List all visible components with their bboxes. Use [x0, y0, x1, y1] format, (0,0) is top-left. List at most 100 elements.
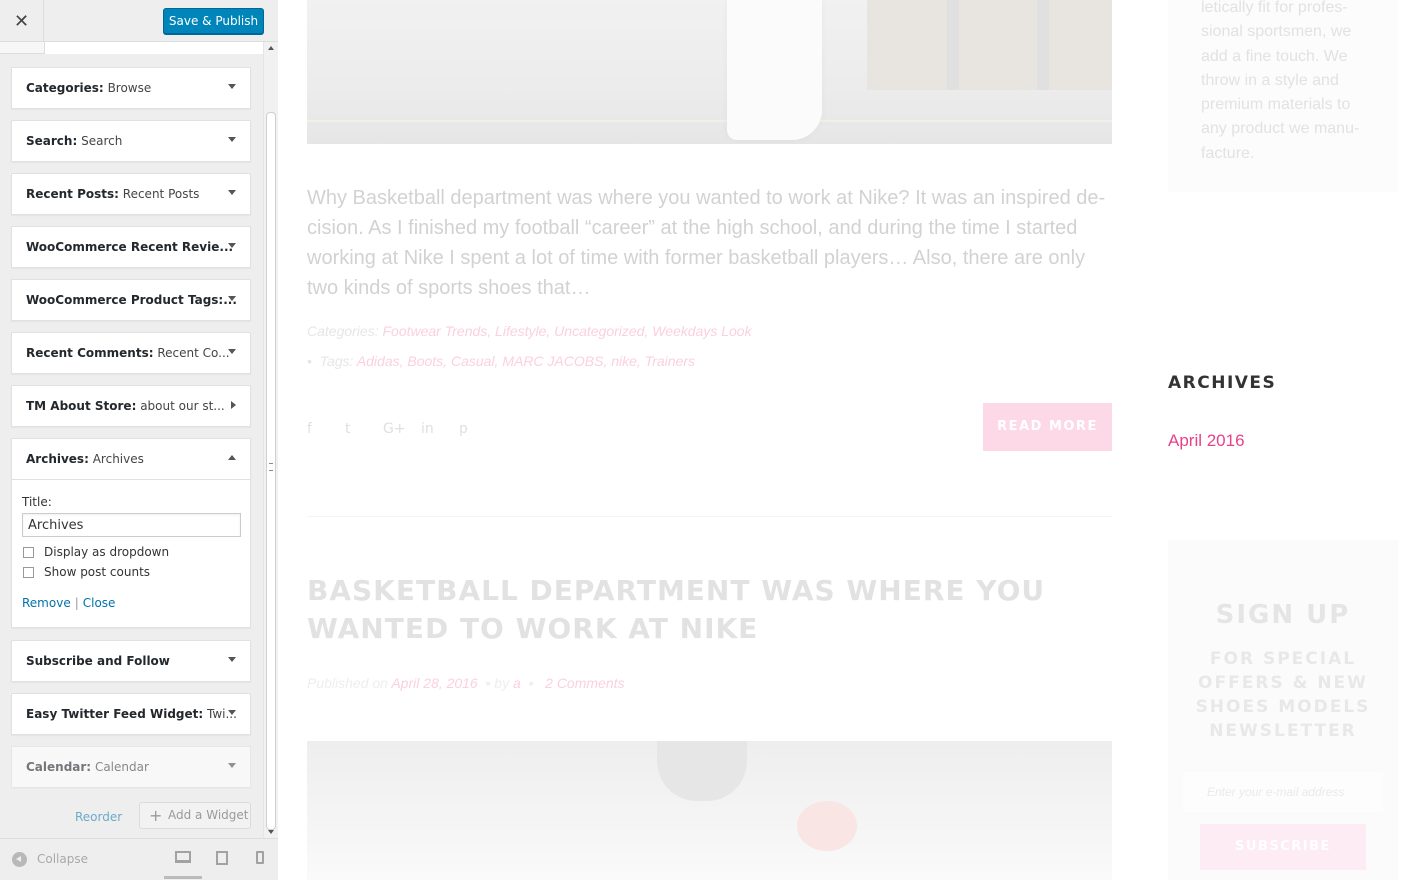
post-image[interactable]	[307, 0, 1112, 144]
add-widget-button[interactable]: + Add a Widget	[139, 802, 251, 829]
expand-arrow-icon[interactable]	[228, 763, 236, 768]
title-input[interactable]	[22, 513, 241, 537]
expand-arrow-icon[interactable]	[228, 296, 236, 301]
twitter-icon[interactable]: t	[345, 421, 383, 437]
widget-recent-comments[interactable]: Recent Comments: Recent Co...	[11, 332, 251, 374]
widget-subtitle: Calendar	[94, 760, 149, 774]
widget-archives-header[interactable]: Archives: Archives	[12, 439, 250, 480]
add-widget-label: Add a Widget	[168, 808, 249, 822]
collapse-label: Collapse	[37, 852, 88, 866]
collapse-button[interactable]: Collapse	[12, 851, 88, 867]
desktop-icon[interactable]	[175, 851, 191, 863]
collapse-arrow-icon[interactable]	[228, 455, 236, 460]
about-store-widget: letically fit for profes­sional sportsme…	[1168, 0, 1398, 192]
scroll-up-arrow-icon[interactable]	[268, 46, 274, 50]
scroll-down-arrow-icon[interactable]	[268, 830, 274, 834]
post-image[interactable]	[307, 741, 1112, 880]
email-field[interactable]	[1183, 772, 1383, 812]
dropdown-option: Display as dropdown	[22, 545, 242, 559]
site-preview: Why Basketball department was where you …	[279, 0, 1425, 880]
widget-recent-posts[interactable]: Recent Posts: Recent Posts	[11, 173, 251, 215]
widget-name: Archives:	[26, 452, 89, 466]
expand-arrow-icon[interactable]	[228, 243, 236, 248]
share-icons: f t G+ in p	[307, 421, 497, 437]
widget-categories[interactable]: Categories: Browse	[11, 67, 251, 109]
google-plus-icon[interactable]: G+	[383, 421, 421, 437]
widget-name: Subscribe and Follow	[26, 654, 170, 668]
mobile-icon[interactable]	[256, 851, 264, 864]
customizer-header: ✕ Save & Publish	[0, 0, 278, 42]
widget-archives: Archives: Archives Title: Display as dro…	[11, 438, 251, 628]
published-label: Published on	[307, 675, 388, 691]
widget-area-actions: Reorder + Add a Widget	[0, 802, 263, 832]
tags-bullet: •	[307, 353, 312, 369]
widget-name: WooCommerce Recent Revie...	[26, 240, 234, 254]
tag-links[interactable]: Adidas, Boots, Casual, MARC JACOBS, nike…	[357, 353, 695, 369]
widget-list: Categories: Browse Search: Search Recent…	[0, 42, 263, 840]
dropdown-checkbox[interactable]	[23, 546, 34, 558]
facebook-icon[interactable]: f	[307, 421, 345, 437]
expand-arrow-icon[interactable]	[228, 84, 236, 89]
widget-calendar[interactable]: Calendar: Calendar	[11, 746, 251, 788]
widget-subtitle: Search	[81, 134, 123, 148]
scrollbar-thumb[interactable]	[266, 112, 276, 830]
archive-month-link[interactable]: April 2016	[1168, 431, 1245, 451]
post-title[interactable]: BASKETBALL DEPARTMENT WAS WHERE YOU WANT…	[307, 572, 1107, 648]
widget-woocommerce-product-tags[interactable]: WooCommerce Product Tags:...	[11, 279, 251, 321]
widget-name: Search:	[26, 134, 78, 148]
expand-arrow-icon[interactable]	[228, 657, 236, 662]
post-meta: Published on April 28, 2016 • by a • 2 C…	[307, 675, 625, 691]
widget-subtitle: Archives	[92, 452, 144, 466]
signup-subtitle: FOR SPECIAL OFFERS & NEW SHOES MODELS NE…	[1195, 649, 1371, 741]
author-link[interactable]: a	[513, 675, 521, 691]
tags-label: Tags:	[319, 353, 354, 369]
save-publish-button[interactable]: Save & Publish	[163, 8, 264, 34]
widget-search[interactable]: Search: Search	[11, 120, 251, 162]
widget-name: TM About Store:	[26, 399, 137, 413]
expand-arrow-icon[interactable]	[228, 190, 236, 195]
linkedin-icon[interactable]: in	[421, 421, 459, 437]
expand-arrow-icon[interactable]	[231, 401, 236, 409]
post-counts-label: Show post counts	[44, 565, 151, 579]
close-icon[interactable]: ✕	[0, 0, 44, 42]
sidebar-scrollbar[interactable]	[263, 42, 278, 838]
plus-icon: +	[149, 806, 163, 825]
widget-subtitle: Recent Posts	[122, 187, 200, 201]
widget-subtitle: about our st...	[140, 399, 225, 413]
close-link[interactable]: Close	[83, 596, 116, 610]
title-label: Title:	[22, 495, 52, 509]
meta-bullet: •	[528, 675, 534, 691]
post-counts-checkbox[interactable]	[23, 566, 34, 578]
by-label: • by	[485, 675, 510, 691]
post-tags: • Tags: Adidas, Boots, Casual, MARC JACO…	[307, 353, 695, 369]
expand-arrow-icon[interactable]	[228, 349, 236, 354]
expand-arrow-icon[interactable]	[228, 710, 236, 715]
widget-name: WooCommerce Product Tags:...	[26, 293, 237, 307]
widget-name: Recent Posts:	[26, 187, 119, 201]
widget-name: Categories:	[26, 81, 104, 95]
published-date-link[interactable]: April 28, 2016	[391, 675, 477, 691]
section-strip	[0, 42, 263, 54]
widget-woocommerce-recent-reviews[interactable]: WooCommerce Recent Revie...	[11, 226, 251, 268]
widget-subscribe-and-follow[interactable]: Subscribe and Follow	[11, 640, 251, 682]
grip-icon	[269, 463, 273, 471]
subscribe-button[interactable]: SUBSCRIBE	[1200, 824, 1366, 870]
signup-widget: SIGN UP FOR SPECIAL OFFERS & NEW SHOES M…	[1168, 540, 1398, 880]
read-more-button[interactable]: READ MORE	[983, 403, 1112, 451]
pinterest-icon[interactable]: p	[459, 421, 497, 437]
tablet-icon[interactable]	[216, 851, 228, 865]
widget-tm-about-store[interactable]: TM About Store: about our st...	[11, 385, 251, 427]
signup-title: SIGN UP	[1215, 600, 1351, 630]
about-text: letically fit for profes­sional sportsme…	[1201, 0, 1360, 162]
dropdown-label: Display as dropdown	[44, 545, 170, 559]
active-device-indicator	[164, 876, 202, 879]
widget-easy-twitter-feed[interactable]: Easy Twitter Feed Widget: Twi...	[11, 693, 251, 735]
comments-link[interactable]: 2 Comments	[545, 675, 624, 691]
person-figure	[727, 0, 822, 140]
reorder-link[interactable]: Reorder	[75, 810, 122, 824]
widget-name: Easy Twitter Feed Widget:	[26, 707, 204, 721]
category-links[interactable]: Footwear Trends, Lifestyle, Uncategorize…	[382, 323, 751, 339]
remove-link[interactable]: Remove	[22, 596, 71, 610]
widget-name: Recent Comments:	[26, 346, 154, 360]
expand-arrow-icon[interactable]	[228, 137, 236, 142]
